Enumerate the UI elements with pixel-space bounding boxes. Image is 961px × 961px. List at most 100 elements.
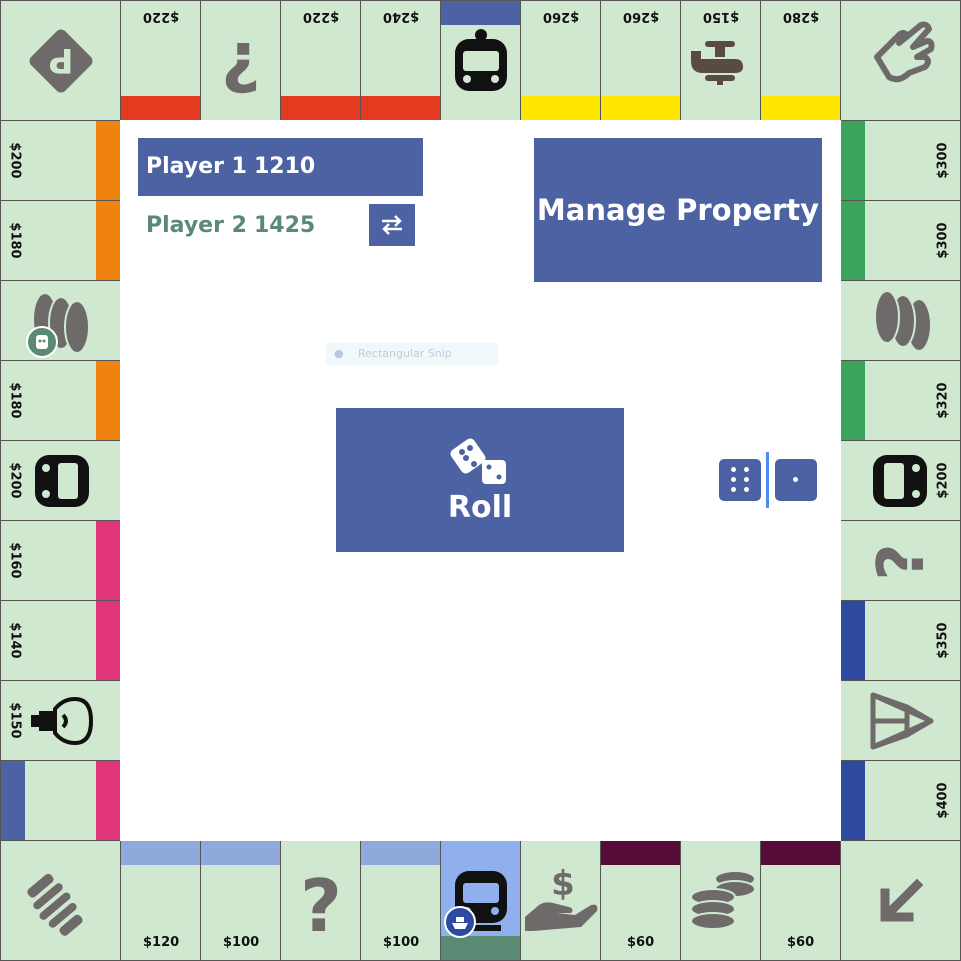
color-strip [841,761,865,840]
color-strip [841,201,865,280]
swap-player-button[interactable] [369,204,415,246]
die-pip [731,477,736,482]
player-1-row[interactable]: Player 1 1210 [138,138,423,196]
tile-price: $60 [787,935,815,950]
tile-left-6[interactable]: $160 [0,520,121,601]
hand-dollar-icon: $ [525,865,598,931]
tile-right-chance[interactable]: ? [840,520,961,601]
arrow-down-left-icon [880,878,924,922]
tile-price: $100 [383,935,420,950]
player-2-row[interactable]: Player 2 1425 [138,200,368,252]
tile-right-9[interactable]: $400 [840,760,961,841]
railroad-strip [441,1,520,25]
tile-top-3[interactable]: $220 [280,0,361,121]
tile-price: $160 [7,542,23,579]
manage-property-label: Manage Property [536,193,820,227]
parking-icon: P [29,29,93,93]
tile-bottom-community-chest[interactable] [680,840,761,961]
dice-divider [766,452,769,508]
color-strip [601,96,680,120]
manage-property-button[interactable]: Manage Property [534,138,822,282]
die-1 [719,459,761,501]
tile-top-7[interactable]: $260 [600,0,681,121]
tile-bottom-6[interactable]: $100 [360,840,441,961]
tile-left-7[interactable]: $140 [0,600,121,681]
railroad-strip [441,936,520,960]
tile-left-4[interactable]: $180 [0,360,121,441]
pointing-hand-icon [874,21,935,83]
tile-left-1[interactable]: $200 [0,120,121,201]
player-token-robot-icon [26,326,58,358]
die-pip [744,467,749,472]
tile-price: $260 [623,9,660,24]
tile-price: $350 [935,622,951,659]
tile-price: $200 [935,462,951,499]
die-pip [744,477,749,482]
roll-label: Roll [447,489,513,525]
color-strip [841,601,865,680]
tile-top-railroad[interactable] [440,0,521,121]
color-strip [601,841,680,865]
tile-top-9[interactable]: $280 [760,0,841,121]
tile-left-2[interactable]: $180 [0,200,121,281]
die-pip [731,487,736,492]
color-strip [96,601,120,680]
train-icon [455,29,507,91]
tile-bottom-8[interactable]: $100 [200,840,281,961]
tile-right-7[interactable]: $350 [840,600,961,681]
tile-price: $150 [703,9,740,24]
color-strip [281,96,360,120]
tile-price: $220 [303,9,340,24]
coins-icon [874,290,932,352]
svg-text:$: $ [551,865,575,904]
train-icon [35,455,89,507]
color-strip [361,841,440,865]
tile-price: $240 [383,9,420,24]
roll-button[interactable]: Roll [336,408,624,552]
color-strip [121,841,200,865]
tile-price: $150 [7,702,23,739]
tile-bottom-railroad[interactable] [440,840,521,961]
svg-text:?: ? [865,543,937,580]
tile-top-1[interactable]: $220 [120,0,201,121]
tile-top-6[interactable]: $260 [520,0,601,121]
tile-left-9[interactable] [0,760,121,841]
tile-top-water-works[interactable]: $150 [680,0,761,121]
tile-left-railroad[interactable]: $200 [0,440,121,521]
tile-bottom-chance[interactable]: ? [280,840,361,961]
tile-price: $400 [935,782,951,819]
tile-top-4[interactable]: $240 [360,0,441,121]
tile-price: $120 [143,935,180,950]
color-strip [96,521,120,600]
die-2 [775,459,817,501]
tile-bottom-3[interactable]: $60 [600,840,681,961]
tile-top-chance[interactable]: ? [200,0,281,121]
tile-price: $180 [7,222,23,259]
tile-right-2[interactable]: $300 [840,200,961,281]
corner-free-parking: P [0,0,121,121]
tile-left-community-chest[interactable] [0,280,121,361]
color-strip [361,96,440,120]
tile-left-electric-company[interactable]: $150 [0,680,121,761]
tile-right-1[interactable]: $300 [840,120,961,201]
color-strip [121,96,200,120]
selection-strip [1,761,25,840]
swap-arrows-icon [382,215,402,235]
tile-right-community-chest[interactable] [840,280,961,361]
color-strip [841,361,865,440]
tile-right-railroad[interactable]: $200 [840,440,961,521]
tile-price: $200 [7,142,23,179]
tile-bottom-1[interactable]: $60 [760,840,841,961]
footprint-icon [27,873,83,936]
tile-right-luxury-tax[interactable] [840,680,961,761]
color-strip [201,841,280,865]
svg-text:?: ? [300,867,342,937]
color-strip [96,201,120,280]
snip-label: Rectangular Snip [358,347,452,360]
question-mark-icon: ? [221,27,260,97]
tile-right-4[interactable]: $320 [840,360,961,441]
corner-go [840,840,961,961]
tile-bottom-9[interactable]: $120 [120,840,201,961]
tile-bottom-income-tax[interactable]: $ [520,840,601,961]
question-mark-icon: ? [865,543,937,580]
